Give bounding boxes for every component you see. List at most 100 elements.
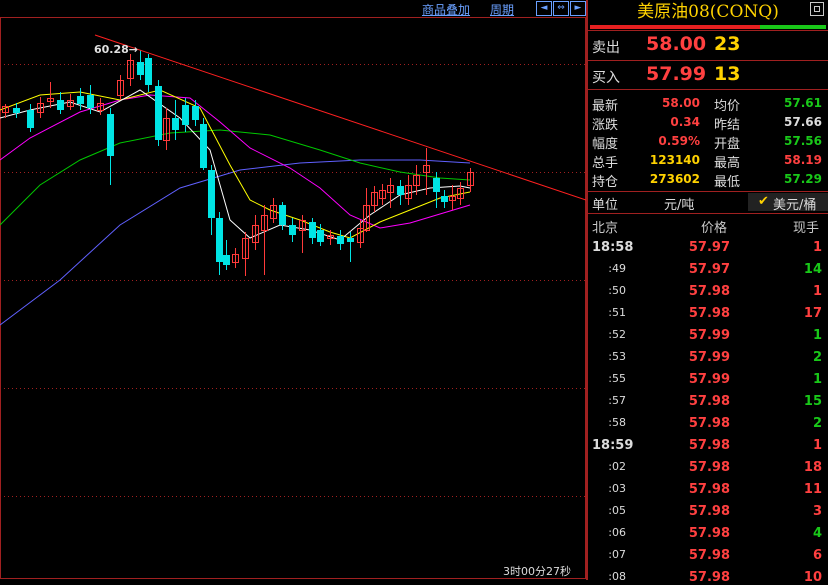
- tick-price: 57.99: [688, 372, 730, 387]
- candle-body-down: [397, 186, 404, 195]
- candle-body-down: [347, 238, 354, 242]
- tick-volume: 14: [803, 262, 822, 277]
- stat-value: 57.66: [784, 115, 822, 129]
- stat-value: 58.00: [662, 96, 700, 110]
- quote-panel: 美原油08(CONQ) 卖出 58.00 23 买入 57.99 1 3 最新 58…: [588, 0, 828, 585]
- stat-label: 最高: [714, 156, 741, 171]
- nav-fit-icon[interactable]: ⇔: [553, 1, 569, 16]
- candle-body-down: [57, 100, 64, 110]
- tick-time: :53: [608, 350, 626, 363]
- ma10-line: [0, 89, 471, 239]
- candle-body-down: [200, 124, 207, 168]
- tick-volume: 3: [812, 504, 822, 519]
- tick-price: 57.98: [688, 416, 730, 431]
- tick-price: 57.99: [688, 350, 730, 365]
- tick-time: :06: [608, 526, 626, 539]
- period-link[interactable]: 周期: [490, 1, 514, 18]
- candle-body-down: [223, 255, 230, 265]
- tick-time: :05: [608, 504, 626, 517]
- tick-volume: 1: [812, 240, 822, 255]
- countdown-timer: 3时00分27秒: [503, 565, 571, 578]
- candle-body-down: [208, 170, 215, 218]
- stat-value: 0.59%: [658, 134, 700, 148]
- candle-body-down: [182, 105, 189, 125]
- tick-volume: 2: [812, 350, 822, 365]
- stat-label: 最新: [592, 99, 619, 114]
- stat-label: 最低: [714, 175, 741, 190]
- stat-value: 123140: [649, 153, 700, 167]
- tick-volume: 10: [803, 570, 822, 585]
- stat-label: 涨跌: [592, 118, 619, 133]
- tick-price: 57.98: [688, 460, 730, 475]
- stat-label: 持仓: [592, 175, 619, 190]
- tick-time: :08: [608, 570, 626, 583]
- candlestick-chart[interactable]: 60.28→ 商品叠加 周期 ◄ ⇔ ► 3时00分27秒: [0, 0, 586, 580]
- tick-time: :49: [608, 262, 626, 275]
- tick-volume: 18: [803, 460, 822, 475]
- candle-body-down: [172, 118, 179, 130]
- tick-time: :52: [608, 328, 626, 341]
- candle-body-down: [77, 96, 84, 104]
- tick-time: :07: [608, 548, 626, 561]
- nav-next-icon[interactable]: ►: [570, 1, 586, 16]
- overlay-link[interactable]: 商品叠加: [422, 1, 470, 18]
- checkmark-icon: ✔: [758, 194, 769, 209]
- candle-body-down: [216, 218, 223, 262]
- unit-barrel-option[interactable]: 美元/桶: [773, 194, 816, 213]
- stat-label: 幅度: [592, 137, 619, 152]
- tick-time: :55: [608, 372, 626, 385]
- ma60-line: [0, 159, 471, 326]
- tick-volume: 17: [803, 306, 822, 321]
- candle-body-down: [155, 86, 162, 140]
- candle-body-down: [441, 196, 448, 202]
- candle-body-down: [87, 95, 94, 108]
- tick-volume: 15: [803, 394, 822, 409]
- tick-time: 18:59: [592, 438, 634, 453]
- window-toggle-icon[interactable]: [810, 2, 824, 16]
- sell-label: 卖出: [592, 40, 620, 56]
- candle-body-down: [107, 114, 114, 156]
- stat-value: 57.56: [784, 134, 822, 148]
- stat-value: 0.34: [670, 115, 700, 129]
- tick-price: 57.99: [688, 328, 730, 343]
- tick-volume: 11: [803, 482, 822, 497]
- tick-price: 57.98: [688, 548, 730, 563]
- sell-volume: 23: [714, 33, 741, 55]
- tick-time: 18:58: [592, 240, 634, 255]
- contract-title: 美原油08(CONQ): [637, 2, 779, 22]
- tick-time: :02: [608, 460, 626, 473]
- tick-time: :03: [608, 482, 626, 495]
- candle-body-down: [317, 230, 324, 242]
- tick-price: 57.98: [688, 438, 730, 453]
- tick-price: 57.98: [688, 482, 730, 497]
- tick-volume: 1: [812, 372, 822, 387]
- nav-prev-icon[interactable]: ◄: [536, 1, 552, 16]
- tick-time: :58: [608, 416, 626, 429]
- tick-time: :51: [608, 306, 626, 319]
- ma5-line: [0, 89, 471, 241]
- candle-body-down: [145, 58, 152, 85]
- ticks-col-price: 价格: [701, 221, 728, 236]
- unit-ton-option[interactable]: 元/吨: [664, 194, 694, 213]
- high-price-annotation: 60.28→: [94, 43, 138, 56]
- stat-label: 昨结: [714, 118, 741, 133]
- candle-body-down: [137, 62, 144, 75]
- stat-value: 57.61: [784, 96, 822, 110]
- buy-label: 买入: [592, 70, 620, 86]
- candle-body-down: [337, 236, 344, 244]
- tick-price: 57.98: [688, 306, 730, 321]
- stat-label: 总手: [592, 156, 619, 171]
- candle-body-down: [192, 106, 199, 120]
- candle-body-down: [289, 225, 296, 235]
- tick-time: :50: [608, 284, 626, 297]
- tick-price: 57.97: [688, 240, 730, 255]
- sell-price: 58.00: [646, 33, 707, 55]
- chart-canvas: 60.28→: [0, 17, 586, 579]
- tick-volume: 6: [812, 548, 822, 563]
- tick-volume: 4: [812, 526, 822, 541]
- stat-value: 273602: [649, 172, 700, 186]
- tick-time: :57: [608, 394, 626, 407]
- ma40-line: [0, 129, 471, 226]
- tick-price: 57.98: [688, 526, 730, 541]
- unit-label: 单位: [592, 198, 619, 213]
